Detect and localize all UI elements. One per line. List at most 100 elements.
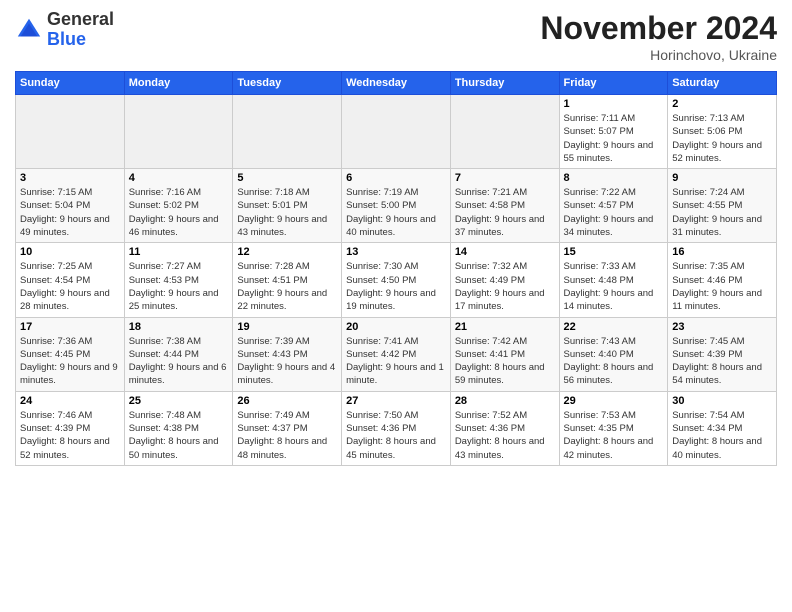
day-number: 23 <box>672 321 772 333</box>
weekday-header-wednesday: Wednesday <box>342 72 451 95</box>
day-cell: 14 Sunrise: 7:32 AMSunset: 4:49 PMDayligh… <box>450 243 559 317</box>
day-number: 24 <box>20 395 120 407</box>
day-info: Sunrise: 7:39 AMSunset: 4:43 PMDaylight:… <box>237 335 337 388</box>
week-row-4: 17 Sunrise: 7:36 AMSunset: 4:45 PMDayligh… <box>16 317 777 391</box>
day-number: 14 <box>455 246 555 258</box>
day-info: Sunrise: 7:27 AMSunset: 4:53 PMDaylight:… <box>129 260 229 313</box>
day-number: 18 <box>129 321 229 333</box>
day-cell <box>16 95 125 169</box>
day-cell: 25 Sunrise: 7:48 AMSunset: 4:38 PMDayligh… <box>124 391 233 465</box>
weekday-header-tuesday: Tuesday <box>233 72 342 95</box>
day-number: 12 <box>237 246 337 258</box>
day-number: 26 <box>237 395 337 407</box>
day-info: Sunrise: 7:22 AMSunset: 4:57 PMDaylight:… <box>564 186 664 239</box>
day-number: 21 <box>455 321 555 333</box>
day-info: Sunrise: 7:28 AMSunset: 4:51 PMDaylight:… <box>237 260 337 313</box>
day-number: 2 <box>672 98 772 110</box>
day-info: Sunrise: 7:48 AMSunset: 4:38 PMDaylight:… <box>129 409 229 462</box>
day-info: Sunrise: 7:42 AMSunset: 4:41 PMDaylight:… <box>455 335 555 388</box>
day-info: Sunrise: 7:38 AMSunset: 4:44 PMDaylight:… <box>129 335 229 388</box>
day-info: Sunrise: 7:46 AMSunset: 4:39 PMDaylight:… <box>20 409 120 462</box>
day-info: Sunrise: 7:35 AMSunset: 4:46 PMDaylight:… <box>672 260 772 313</box>
day-cell: 19 Sunrise: 7:39 AMSunset: 4:43 PMDayligh… <box>233 317 342 391</box>
day-cell: 28 Sunrise: 7:52 AMSunset: 4:36 PMDayligh… <box>450 391 559 465</box>
weekday-header-row: SundayMondayTuesdayWednesdayThursdayFrid… <box>16 72 777 95</box>
day-number: 28 <box>455 395 555 407</box>
day-number: 5 <box>237 172 337 184</box>
day-number: 30 <box>672 395 772 407</box>
weekday-header-monday: Monday <box>124 72 233 95</box>
day-number: 6 <box>346 172 446 184</box>
day-number: 20 <box>346 321 446 333</box>
day-cell: 20Sunrise: 7:41 AMSunset: 4:42 PMDayligh… <box>342 317 451 391</box>
day-info: Sunrise: 7:16 AMSunset: 5:02 PMDaylight:… <box>129 186 229 239</box>
day-cell: 3 Sunrise: 7:15 AMSunset: 5:04 PMDaylight… <box>16 169 125 243</box>
day-number: 15 <box>564 246 664 258</box>
day-info: Sunrise: 7:45 AMSunset: 4:39 PMDaylight:… <box>672 335 772 388</box>
day-info: Sunrise: 7:53 AMSunset: 4:35 PMDaylight:… <box>564 409 664 462</box>
day-info: Sunrise: 7:25 AMSunset: 4:54 PMDaylight:… <box>20 260 120 313</box>
day-info: Sunrise: 7:15 AMSunset: 5:04 PMDaylight:… <box>20 186 120 239</box>
day-number: 11 <box>129 246 229 258</box>
day-info: Sunrise: 7:11 AMSunset: 5:07 PMDaylight:… <box>564 112 664 165</box>
day-cell: 29 Sunrise: 7:53 AMSunset: 4:35 PMDayligh… <box>559 391 668 465</box>
weekday-header-sunday: Sunday <box>16 72 125 95</box>
day-number: 10 <box>20 246 120 258</box>
logo-blue: Blue <box>47 29 86 49</box>
location: Horinchovo, Ukraine <box>540 47 777 63</box>
day-info: Sunrise: 7:43 AMSunset: 4:40 PMDaylight:… <box>564 335 664 388</box>
page: General Blue November 2024 Horinchovo, U… <box>0 0 792 612</box>
day-number: 1 <box>564 98 664 110</box>
day-number: 27 <box>346 395 446 407</box>
day-number: 22 <box>564 321 664 333</box>
day-number: 25 <box>129 395 229 407</box>
day-info: Sunrise: 7:32 AMSunset: 4:49 PMDaylight:… <box>455 260 555 313</box>
day-info: Sunrise: 7:21 AMSunset: 4:58 PMDaylight:… <box>455 186 555 239</box>
day-number: 16 <box>672 246 772 258</box>
day-cell: 30 Sunrise: 7:54 AMSunset: 4:34 PMDayligh… <box>668 391 777 465</box>
day-info: Sunrise: 7:54 AMSunset: 4:34 PMDaylight:… <box>672 409 772 462</box>
day-number: 3 <box>20 172 120 184</box>
week-row-5: 24 Sunrise: 7:46 AMSunset: 4:39 PMDayligh… <box>16 391 777 465</box>
day-cell <box>233 95 342 169</box>
day-cell: 2Sunrise: 7:13 AMSunset: 5:06 PMDaylight… <box>668 95 777 169</box>
day-cell: 9Sunrise: 7:24 AMSunset: 4:55 PMDaylight… <box>668 169 777 243</box>
day-number: 7 <box>455 172 555 184</box>
calendar: SundayMondayTuesdayWednesdayThursdayFrid… <box>15 71 777 466</box>
day-cell: 7 Sunrise: 7:21 AMSunset: 4:58 PMDaylight… <box>450 169 559 243</box>
week-row-1: 1 Sunrise: 7:11 AMSunset: 5:07 PMDaylight… <box>16 95 777 169</box>
day-number: 4 <box>129 172 229 184</box>
day-info: Sunrise: 7:49 AMSunset: 4:37 PMDaylight:… <box>237 409 337 462</box>
day-number: 29 <box>564 395 664 407</box>
day-cell: 17 Sunrise: 7:36 AMSunset: 4:45 PMDayligh… <box>16 317 125 391</box>
day-cell <box>450 95 559 169</box>
day-cell: 21 Sunrise: 7:42 AMSunset: 4:41 PMDayligh… <box>450 317 559 391</box>
day-number: 19 <box>237 321 337 333</box>
day-number: 8 <box>564 172 664 184</box>
week-row-2: 3 Sunrise: 7:15 AMSunset: 5:04 PMDaylight… <box>16 169 777 243</box>
day-info: Sunrise: 7:50 AMSunset: 4:36 PMDaylight:… <box>346 409 446 462</box>
day-number: 13 <box>346 246 446 258</box>
day-cell: 5Sunrise: 7:18 AMSunset: 5:01 PMDaylight… <box>233 169 342 243</box>
logo-general: General <box>47 9 114 29</box>
day-cell <box>124 95 233 169</box>
day-cell: 24 Sunrise: 7:46 AMSunset: 4:39 PMDayligh… <box>16 391 125 465</box>
day-cell: 6Sunrise: 7:19 AMSunset: 5:00 PMDaylight… <box>342 169 451 243</box>
week-row-3: 10 Sunrise: 7:25 AMSunset: 4:54 PMDayligh… <box>16 243 777 317</box>
day-cell: 12 Sunrise: 7:28 AMSunset: 4:51 PMDayligh… <box>233 243 342 317</box>
day-cell: 10 Sunrise: 7:25 AMSunset: 4:54 PMDayligh… <box>16 243 125 317</box>
day-info: Sunrise: 7:52 AMSunset: 4:36 PMDaylight:… <box>455 409 555 462</box>
day-cell: 22 Sunrise: 7:43 AMSunset: 4:40 PMDayligh… <box>559 317 668 391</box>
day-cell: 1 Sunrise: 7:11 AMSunset: 5:07 PMDaylight… <box>559 95 668 169</box>
header: General Blue November 2024 Horinchovo, U… <box>15 10 777 63</box>
month-title: November 2024 <box>540 10 777 47</box>
day-cell: 18 Sunrise: 7:38 AMSunset: 4:44 PMDayligh… <box>124 317 233 391</box>
logo: General Blue <box>15 10 114 50</box>
day-info: Sunrise: 7:36 AMSunset: 4:45 PMDaylight:… <box>20 335 120 388</box>
day-cell: 8 Sunrise: 7:22 AMSunset: 4:57 PMDaylight… <box>559 169 668 243</box>
day-cell: 26 Sunrise: 7:49 AMSunset: 4:37 PMDayligh… <box>233 391 342 465</box>
day-cell: 4 Sunrise: 7:16 AMSunset: 5:02 PMDaylight… <box>124 169 233 243</box>
day-cell: 13Sunrise: 7:30 AMSunset: 4:50 PMDayligh… <box>342 243 451 317</box>
title-block: November 2024 Horinchovo, Ukraine <box>540 10 777 63</box>
day-number: 17 <box>20 321 120 333</box>
